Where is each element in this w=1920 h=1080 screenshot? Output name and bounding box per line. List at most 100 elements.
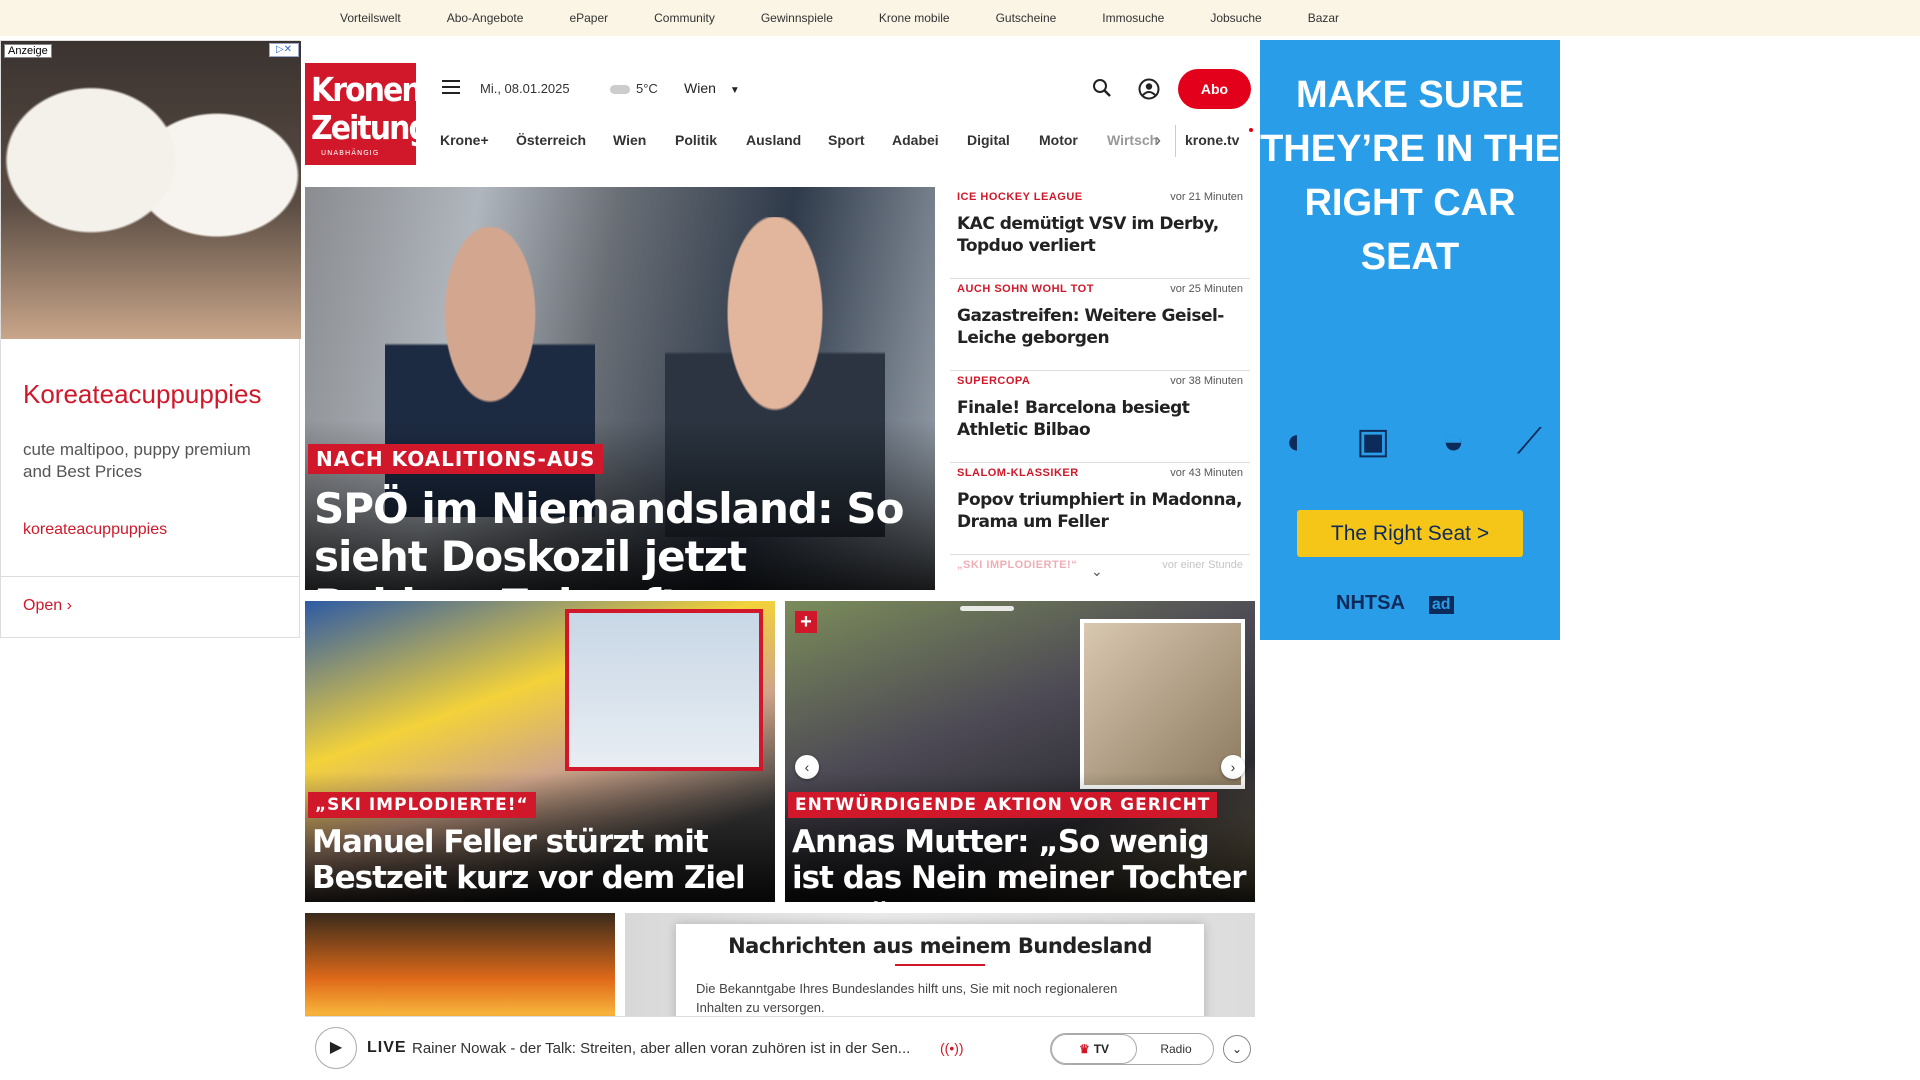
nav-item-adabei[interactable]: Adabei xyxy=(892,132,939,148)
city-label: Wien xyxy=(684,80,716,96)
left-advertisement[interactable]: Anzeige ▷✕ Koreateacuppuppies cute malti… xyxy=(0,40,301,638)
topbar-link-community[interactable]: Community xyxy=(654,11,715,25)
article-card[interactable]: + ‹ › ENTWÜRDIGENDE AKTION VOR GERICHT A… xyxy=(785,601,1255,902)
abo-button[interactable]: Abo xyxy=(1178,69,1251,109)
ticker-item[interactable]: AUCH SOHN WOHL TOT vor 25 Minuten Gazast… xyxy=(950,279,1250,371)
ticker-title[interactable]: KAC demütigt VSV im Derby, Topduo verlie… xyxy=(957,213,1243,257)
ticker-time: vor 21 Minuten xyxy=(1170,191,1243,203)
right-advertisement[interactable]: MAKE SURE THEY’RE IN THE RIGHT CAR SEAT … xyxy=(1260,40,1560,640)
ticker-item[interactable]: SUPERCOPA vor 38 Minuten Finale! Barcelo… xyxy=(950,371,1250,463)
ticker-time: vor 25 Minuten xyxy=(1170,283,1243,295)
tv-label: TV xyxy=(1093,1042,1110,1056)
cloud-icon xyxy=(610,85,630,95)
nav-item-sport[interactable]: Sport xyxy=(828,132,865,148)
logo-tagline: UNABHÄNGIG xyxy=(321,149,380,157)
live-player-bar: ▶ LIVE Rainer Nowak - der Talk: Streiten… xyxy=(305,1016,1255,1080)
ad-council-logo: ad xyxy=(1428,596,1454,614)
ad-open-button[interactable]: Open › xyxy=(23,597,72,615)
nav-item-oesterreich[interactable]: Österreich xyxy=(516,132,586,148)
card-inset-image xyxy=(1080,619,1245,789)
popup-text: Die Bekanntgabe Ihres Bundeslandes hilft… xyxy=(696,981,1118,1015)
live-label: LIVE xyxy=(367,1039,407,1056)
convertible-seat-icon: ▣ xyxy=(1356,420,1391,461)
topbar-link-abo-angebote[interactable]: Abo-Angebote xyxy=(447,11,524,25)
topbar-link-gutscheine[interactable]: Gutscheine xyxy=(996,11,1057,25)
topbar-link-gewinnspiele[interactable]: Gewinnspiele xyxy=(761,11,833,25)
booster-seat-icon: ◒ xyxy=(1442,420,1465,461)
ticker-time: vor 43 Minuten xyxy=(1170,467,1243,479)
article-card[interactable]: „SKI IMPLODIERTE!“ Manuel Feller stürzt … xyxy=(305,601,775,902)
nav-scroll-right-icon[interactable]: › xyxy=(1155,130,1161,151)
broadcast-icon: ((•)) xyxy=(940,1040,964,1056)
crown-icon: ♛ xyxy=(1078,1042,1090,1056)
ticker-expand-icon[interactable]: ⌄ xyxy=(1091,563,1103,580)
nav-item-ausland[interactable]: Ausland xyxy=(746,132,801,148)
ad-headline: MAKE SURE THEY’RE IN THE RIGHT CAR SEAT xyxy=(1260,74,1560,278)
weather: 5°C xyxy=(610,81,658,96)
car-seat-icons: ◖ ▣ ◒ ⟋ xyxy=(1282,420,1542,463)
hero-kicker: NACH KOALITIONS-AUS xyxy=(308,444,604,474)
right-seat-button[interactable]: The Right Seat > xyxy=(1297,510,1523,557)
kronen-zeitung-logo[interactable]: Kronen Zeitung UNABHÄNGIG xyxy=(305,63,430,165)
expand-player-icon[interactable]: ⌄ xyxy=(1223,1035,1251,1063)
topbar-link-epaper[interactable]: ePaper xyxy=(569,11,608,25)
ticker-time: vor einer Stunde xyxy=(1162,559,1243,571)
card-headline[interactable]: Manuel Feller stürzt mit Bestzeit kurz v… xyxy=(312,824,772,896)
ad-choices-icon[interactable]: ▷✕ xyxy=(269,43,299,57)
tv-radio-switch[interactable]: ♛ TV Radio xyxy=(1050,1033,1214,1065)
card-inset-image xyxy=(565,609,763,771)
nav-item-politik[interactable]: Politik xyxy=(675,132,717,148)
nav-item-wirtschaft[interactable]: Wirtsch xyxy=(1107,132,1158,148)
ticker-title[interactable]: Popov triumphiert in Madonna, Drama um F… xyxy=(957,489,1243,533)
top-bar: Vorteilswelt Abo-Angebote ePaper Communi… xyxy=(0,0,1920,36)
hero-headline[interactable]: SPÖ im Niemandsland: So sieht Doskozil j… xyxy=(314,485,924,591)
popup-title: Nachrichten aus meinem Bundesland xyxy=(728,934,1152,958)
nav-item-krone-plus[interactable]: Krone+ xyxy=(440,132,489,148)
popup-underline xyxy=(895,964,985,966)
topbar-link-krone-mobile[interactable]: Krone mobile xyxy=(879,11,950,25)
radio-tab[interactable]: Radio xyxy=(1139,1034,1213,1064)
nav-item-wien[interactable]: Wien xyxy=(613,132,646,148)
topbar-link-bazar[interactable]: Bazar xyxy=(1308,11,1339,25)
ticker-time: vor 38 Minuten xyxy=(1170,375,1243,387)
card-kicker: ENTWÜRDIGENDE AKTION VOR GERICHT xyxy=(788,792,1218,818)
current-date: Mi., 08.01.2025 xyxy=(480,81,570,96)
tv-tab[interactable]: ♛ TV xyxy=(1051,1034,1137,1064)
ticker-item[interactable]: SLALOM-KLASSIKER vor 43 Minuten Popov tr… xyxy=(950,463,1250,555)
nav-item-krone-tv[interactable]: krone.tv xyxy=(1185,132,1239,148)
ad-title[interactable]: Koreateacuppuppies xyxy=(23,379,262,410)
temperature: 5°C xyxy=(636,81,658,96)
seat-belt-icon: ⟋ xyxy=(1516,420,1542,461)
news-ticker: ICE HOCKEY LEAGUE vor 21 Minuten KAC dem… xyxy=(950,187,1250,587)
logo-line1: Kronen xyxy=(311,71,423,110)
nav-item-motor[interactable]: Motor xyxy=(1039,132,1078,148)
topbar-link-vorteilswelt[interactable]: Vorteilswelt xyxy=(340,11,401,25)
card-headline[interactable]: Annas Mutter: „So wenig ist das Nein mei… xyxy=(792,824,1252,902)
search-icon[interactable] xyxy=(1092,78,1112,98)
ad-divider xyxy=(1,576,299,577)
ticker-item[interactable]: ICE HOCKEY LEAGUE vor 21 Minuten KAC dem… xyxy=(950,187,1250,279)
topbar-link-immosuche[interactable]: Immosuche xyxy=(1102,11,1164,25)
krone-plus-icon: + xyxy=(795,611,817,633)
city-selector[interactable]: Wien ▼ xyxy=(684,80,740,96)
logo-line2: Zeitung xyxy=(311,109,430,148)
ad-link[interactable]: koreateacuppuppies xyxy=(23,521,167,539)
nav-item-digital[interactable]: Digital xyxy=(967,132,1010,148)
carousel-indicator xyxy=(960,606,1014,611)
user-account-icon[interactable] xyxy=(1138,78,1160,100)
ad-sponsor-logos: NHTSA ad xyxy=(1336,592,1454,615)
chevron-right-icon: › xyxy=(66,597,72,614)
hero-article[interactable]: NACH KOALITIONS-AUS SPÖ im Niemandsland:… xyxy=(305,187,935,590)
caret-down-icon: ▼ xyxy=(729,85,740,96)
play-icon[interactable]: ▶ xyxy=(315,1027,357,1069)
menu-icon[interactable] xyxy=(442,80,460,98)
topbar-link-jobsuche[interactable]: Jobsuche xyxy=(1210,11,1261,25)
live-dot-icon xyxy=(1249,128,1253,132)
card-kicker: „SKI IMPLODIERTE!“ xyxy=(308,792,536,818)
ad-puppy-image[interactable]: Anzeige ▷✕ xyxy=(1,41,301,339)
ticker-title[interactable]: Gazastreifen: Weitere Geisel-Leiche gebo… xyxy=(957,305,1243,349)
ad-open-label: Open xyxy=(23,597,63,614)
ticker-title[interactable]: Finale! Barcelona besiegt Athletic Bilba… xyxy=(957,397,1243,441)
infant-seat-icon: ◖ xyxy=(1282,420,1304,461)
live-title[interactable]: Rainer Nowak - der Talk: Streiten, aber … xyxy=(412,1040,932,1057)
